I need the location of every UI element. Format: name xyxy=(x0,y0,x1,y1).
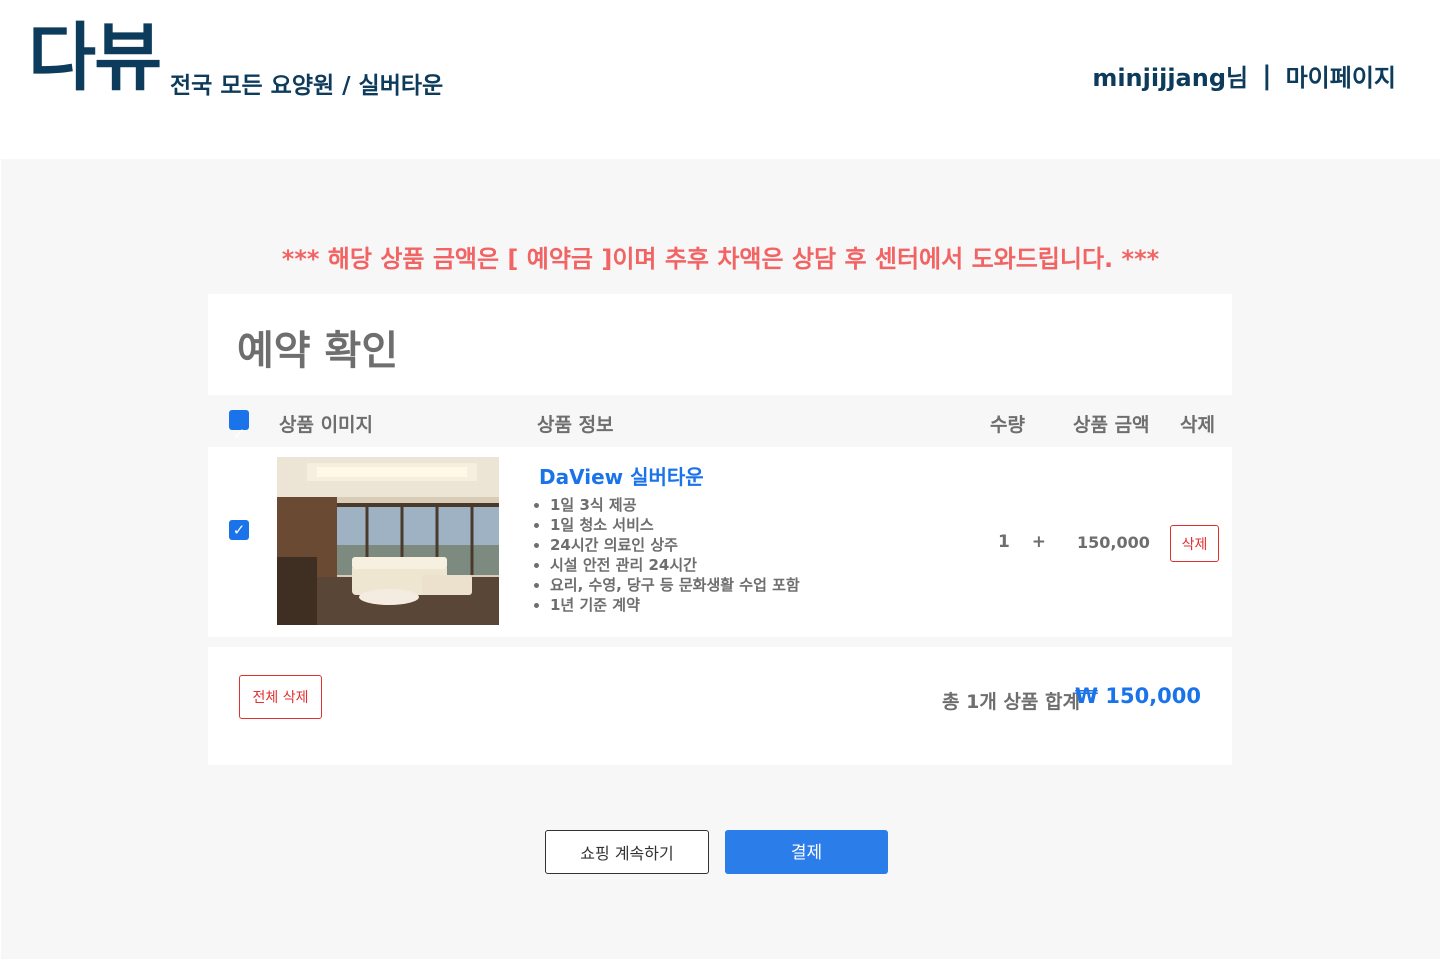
user-nav: minjijjang님 | 마이페이지 xyxy=(1092,58,1396,93)
feature-item: 1년 기준 계약 xyxy=(550,595,800,615)
feature-item: 24시간 의료인 상주 xyxy=(550,535,800,555)
deposit-notice: *** 해당 상품 금액은 [ 예약금 ]이며 추후 차액은 상담 후 센터에서… xyxy=(281,245,1160,273)
product-image[interactable] xyxy=(277,457,499,625)
column-header-info: 상품 정보 xyxy=(537,414,614,436)
quantity-value: 1 xyxy=(998,532,1010,552)
product-features: 1일 3식 제공 1일 청소 서비스 24시간 의료인 상주 시설 안전 관리 … xyxy=(534,495,800,615)
column-header-quantity: 수량 xyxy=(990,414,1025,436)
select-all-checkbox[interactable]: ✓ xyxy=(229,410,249,443)
delete-all-button[interactable]: 전체 삭제 xyxy=(239,675,322,719)
delete-item-button[interactable]: 삭제 xyxy=(1170,525,1219,562)
title-card: 예약 확인 xyxy=(208,294,1232,395)
item-price: 150,000 xyxy=(1077,533,1150,552)
table-row: ✓ DaView 실버타운 • 1일 3식 제공 • 1일 청소 서비스 • 2… xyxy=(208,447,1232,637)
site-tagline: 전국 모든 요양원 / 실버타운 xyxy=(170,73,444,99)
quantity-stepper: 1 + xyxy=(998,532,1046,552)
product-name[interactable]: DaView 실버타운 xyxy=(539,461,704,490)
quantity-plus-button[interactable]: + xyxy=(1032,532,1046,552)
feature-item: 1일 청소 서비스 xyxy=(550,515,800,535)
pay-button[interactable]: 결제 xyxy=(725,830,888,874)
checkmark-icon: ✓ xyxy=(232,425,246,443)
checkmark-icon: ✓ xyxy=(232,521,246,539)
order-summary: 전체 삭제 총 1개 상품 합계 ₩ 150,000 xyxy=(208,647,1232,765)
site-logo[interactable]: 다뷰 xyxy=(28,18,162,98)
page-title: 예약 확인 xyxy=(237,328,399,374)
mypage-link[interactable]: 마이페이지 xyxy=(1286,58,1396,93)
total-label: 총 1개 상품 합계 xyxy=(942,691,1080,713)
username-label: minjijjang님 xyxy=(1092,64,1249,92)
column-header-price: 상품 금액 xyxy=(1073,414,1150,436)
column-header-image: 상품 이미지 xyxy=(279,414,374,436)
feature-item: 시설 안전 관리 24시간 xyxy=(550,555,800,575)
main-content: *** 해당 상품 금액은 [ 예약금 ]이며 추후 차액은 상담 후 센터에서… xyxy=(1,159,1440,959)
site-header: 다뷰 전국 모든 요양원 / 실버타운 minjijjang님 | 마이페이지 xyxy=(0,0,1440,159)
continue-shopping-button[interactable]: 쇼핑 계속하기 xyxy=(545,830,709,874)
feature-item: 요리, 수영, 당구 등 문화생활 수업 포함 xyxy=(550,575,800,595)
feature-item: 1일 3식 제공 xyxy=(550,495,800,515)
column-header-delete: 삭제 xyxy=(1180,414,1215,436)
table-header: ✓ 상품 이미지 상품 정보 수량 상품 금액 삭제 xyxy=(208,396,1232,446)
item-checkbox[interactable]: ✓ xyxy=(229,520,249,540)
total-value: ₩ 150,000 xyxy=(1074,684,1201,708)
nav-separator: | xyxy=(1262,60,1272,91)
